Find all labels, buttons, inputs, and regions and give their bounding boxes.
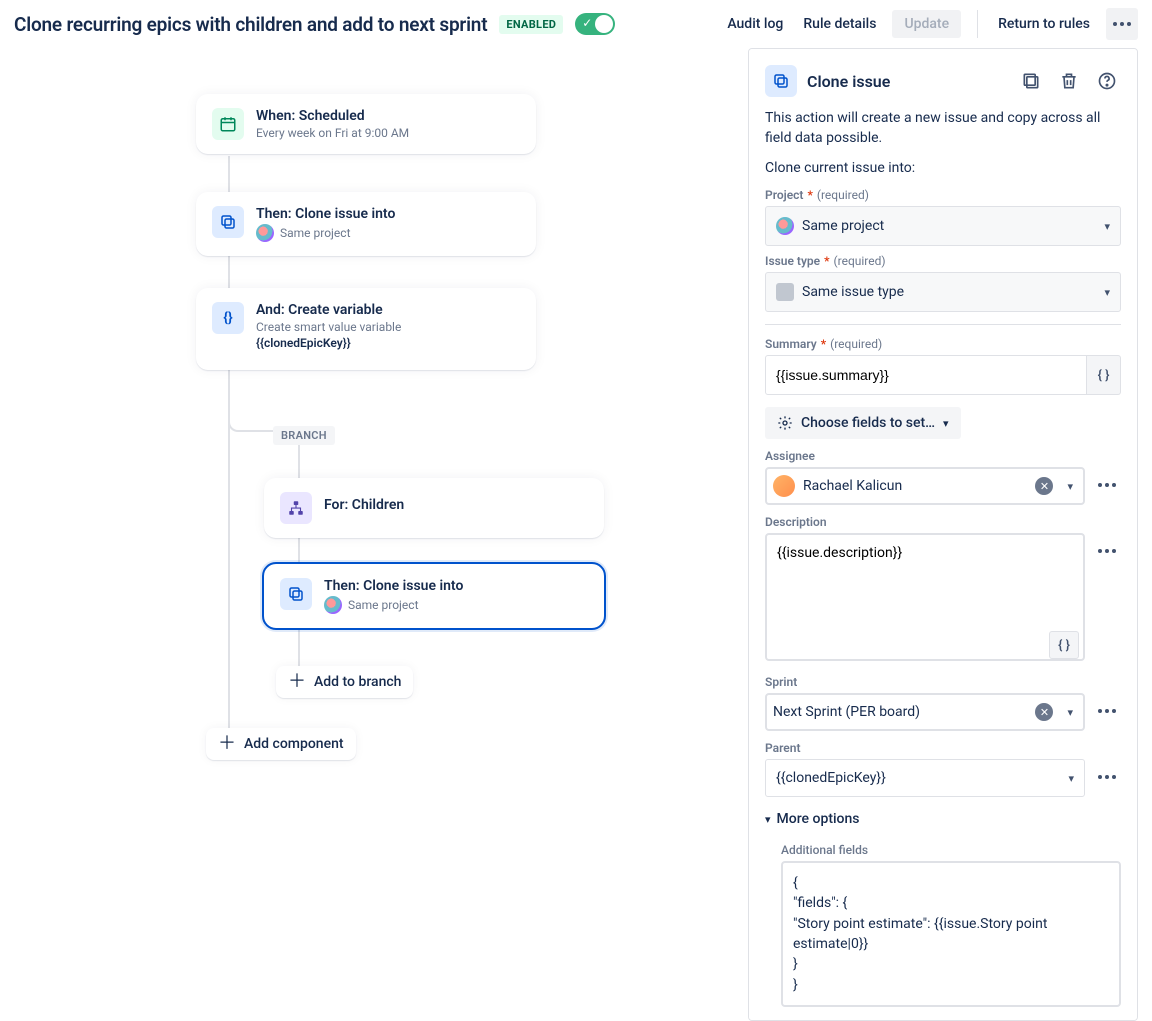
panel-description: This action will create a new issue and … xyxy=(749,105,1137,152)
add-to-branch-button[interactable]: ＋ Add to branch xyxy=(276,666,413,698)
smart-value-button[interactable]: { } xyxy=(1049,631,1079,659)
panel-title: Clone issue xyxy=(807,72,1007,91)
description-textarea[interactable] xyxy=(765,533,1085,661)
additional-fields-label: Additional fields xyxy=(749,831,1137,861)
dots-icon xyxy=(1098,483,1116,487)
chevron-down-icon: ▾ xyxy=(1068,772,1074,785)
parent-select[interactable]: {{clonedEpicKey}} ▾ xyxy=(765,759,1085,797)
enabled-badge: ENABLED xyxy=(499,15,563,34)
rule-canvas: When: Scheduled Every week on Fri at 9:0… xyxy=(0,48,748,1021)
add-component-button[interactable]: ＋ Add component xyxy=(206,728,356,760)
clone-into-label: Clone current issue into: xyxy=(749,152,1137,180)
chevron-down-icon: ▾ xyxy=(765,813,771,826)
braces-icon: {} xyxy=(212,302,244,334)
copy-icon xyxy=(212,206,244,238)
calendar-icon xyxy=(212,108,244,140)
issuetype-icon xyxy=(776,283,794,301)
dots-icon xyxy=(1098,709,1116,713)
update-button[interactable]: Update xyxy=(892,10,961,38)
audit-log-link[interactable]: Audit log xyxy=(723,10,787,38)
choose-fields-button[interactable]: Choose fields to set… ▾ xyxy=(765,407,961,439)
action-config-panel: Clone issue This action will create a ne… xyxy=(748,48,1138,1021)
plus-icon: ＋ xyxy=(218,737,236,751)
project-avatar-icon xyxy=(256,224,274,242)
field-more-button[interactable] xyxy=(1093,471,1121,499)
additional-fields-input[interactable]: { "fields": { "Story point estimate": {{… xyxy=(781,861,1121,1007)
project-avatar-icon xyxy=(324,596,342,614)
field-more-button[interactable] xyxy=(1093,537,1121,565)
clear-icon[interactable]: ✕ xyxy=(1035,477,1053,495)
user-avatar-icon xyxy=(773,475,795,497)
branch-clone-card-selected[interactable]: Then: Clone issue into Same project xyxy=(264,564,604,628)
trigger-card[interactable]: When: Scheduled Every week on Fri at 9:0… xyxy=(196,94,536,154)
trigger-title: When: Scheduled xyxy=(256,108,409,124)
copy-icon xyxy=(280,578,312,610)
chevron-down-icon: ▾ xyxy=(1104,286,1110,299)
branch-for-card[interactable]: For: Children xyxy=(264,478,604,538)
sprint-select[interactable]: Next Sprint (PER board) ✕ ▾ xyxy=(765,693,1085,731)
more-options-toggle[interactable]: ▾ More options xyxy=(749,797,1137,831)
rule-title: Clone recurring epics with children and … xyxy=(14,13,487,36)
children-icon xyxy=(280,492,312,524)
field-more-button[interactable] xyxy=(1093,763,1121,791)
summary-input[interactable] xyxy=(765,355,1087,395)
delete-action-button[interactable] xyxy=(1055,67,1083,95)
clear-icon[interactable]: ✕ xyxy=(1035,703,1053,721)
create-variable-card[interactable]: {} And: Create variable Create smart val… xyxy=(196,288,536,370)
help-button[interactable] xyxy=(1093,67,1121,95)
enabled-toggle[interactable]: ✓ xyxy=(575,13,615,35)
assignee-select[interactable]: Rachael Kalicun ✕ ▾ xyxy=(765,467,1085,505)
header-bar: Clone recurring epics with children and … xyxy=(0,0,1152,48)
dots-icon xyxy=(1098,775,1116,779)
clone-issue-card[interactable]: Then: Clone issue into Same project xyxy=(196,192,536,256)
check-icon: ✓ xyxy=(582,16,592,30)
trigger-sub: Every week on Fri at 9:00 AM xyxy=(256,126,409,140)
field-more-button[interactable] xyxy=(1093,697,1121,725)
duplicate-action-button[interactable] xyxy=(1017,67,1045,95)
chevron-down-icon: ▾ xyxy=(943,417,949,430)
plus-icon: ＋ xyxy=(288,675,306,689)
chevron-down-icon: ▾ xyxy=(1104,220,1110,233)
header-more-button[interactable] xyxy=(1106,8,1138,40)
smart-value-button[interactable]: { } xyxy=(1087,355,1121,395)
issuetype-select[interactable]: Same issue type ▾ xyxy=(765,272,1121,312)
dots-icon xyxy=(1113,22,1131,26)
branch-label: BRANCH xyxy=(273,426,335,445)
gear-icon xyxy=(777,415,793,431)
return-to-rules-link[interactable]: Return to rules xyxy=(994,10,1094,38)
rule-details-link[interactable]: Rule details xyxy=(799,10,880,38)
chevron-down-icon: ▾ xyxy=(1067,706,1073,719)
project-avatar-icon xyxy=(776,217,794,235)
copy-icon xyxy=(765,65,797,97)
project-select[interactable]: Same project ▾ xyxy=(765,206,1121,246)
chevron-down-icon: ▾ xyxy=(1067,480,1073,493)
dots-icon xyxy=(1098,549,1116,553)
